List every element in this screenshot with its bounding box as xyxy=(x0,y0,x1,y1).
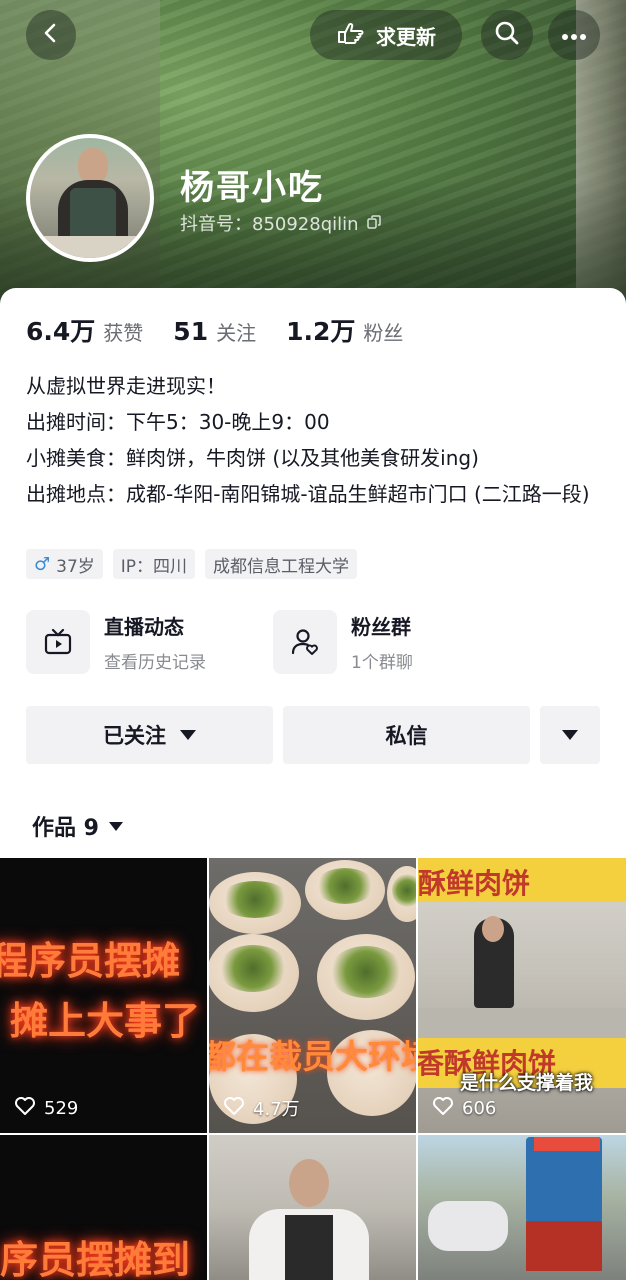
more-dots-icon xyxy=(561,26,587,45)
video-thumbnail[interactable]: 序员摆摊到 xyxy=(0,1135,207,1280)
following-label: 已关注 xyxy=(103,724,166,748)
douyin-id-text: 抖音号：850928qilin xyxy=(180,214,359,235)
bio-line: 出摊地点：成都-华阳-南阳锦城-谊品生鲜超市门口 (二江路一段) xyxy=(26,482,590,506)
video-caption: 摊上大事了 xyxy=(10,999,201,1043)
profile-nickname: 杨哥小吃 xyxy=(180,168,324,208)
stat-following-num: 51 xyxy=(173,317,209,346)
live-history-entry[interactable]: 直播动态 查看历史记录 xyxy=(26,610,206,674)
video-likes-count: 529 xyxy=(44,1098,79,1119)
video-likes: 529 xyxy=(14,1096,78,1121)
fan-group-title: 粉丝群 xyxy=(351,615,411,639)
video-thumbnail[interactable]: 都在裁员大环境 4.7万 xyxy=(209,858,416,1133)
caret-down-icon xyxy=(180,730,196,740)
avatar[interactable] xyxy=(26,134,154,262)
chevron-left-icon xyxy=(40,22,62,48)
tag-school-text: 成都信息工程大学 xyxy=(213,556,350,577)
stat-likes-label: 获赞 xyxy=(103,321,144,345)
tv-play-icon xyxy=(26,610,90,674)
tag-age-text: 37岁 xyxy=(56,556,95,577)
pastry-image xyxy=(387,866,416,922)
stat-likes[interactable]: 6.4万 获赞 xyxy=(26,312,143,348)
caret-down-icon xyxy=(562,730,578,740)
tag-ip: IP：四川 xyxy=(112,549,196,579)
heart-icon xyxy=(223,1096,245,1121)
user-heart-icon xyxy=(273,610,337,674)
fan-group-subtitle: 1个群聊 xyxy=(351,653,413,673)
tag-gender-age: ♂ 37岁 xyxy=(26,549,103,579)
bio-line: 从虚拟世界走进现实！ xyxy=(26,374,226,398)
video-likes: 4.7万 xyxy=(223,1095,300,1121)
profile-bio: 从虚拟世界走进现实！ 出摊时间：下午5：30-晚上9：00 小摊美食：鲜肉饼，牛… xyxy=(26,368,606,512)
stat-likes-num: 6.4万 xyxy=(26,317,96,346)
heart-icon xyxy=(14,1096,36,1121)
male-icon: ♂ xyxy=(34,553,51,575)
fan-group-entry[interactable]: 粉丝群 1个群聊 xyxy=(273,610,413,674)
vendor-head xyxy=(289,1159,329,1207)
pointing-hand-icon xyxy=(336,20,366,51)
bio-line: 小摊美食：鲜肉饼，牛肉饼 (以及其他美食研发ing) xyxy=(26,446,479,470)
video-likes-count: 606 xyxy=(462,1098,497,1119)
tricycle-body xyxy=(526,1221,602,1271)
search-button[interactable] xyxy=(481,10,533,60)
stat-followers[interactable]: 1.2万 粉丝 xyxy=(286,312,403,348)
tricycle-sign xyxy=(534,1137,600,1151)
stat-followers-num: 1.2万 xyxy=(286,317,356,346)
video-likes: 606 xyxy=(432,1096,496,1121)
bio-line: 出摊时间：下午5：30-晚上9：00 xyxy=(26,410,330,434)
video-thumbnail[interactable] xyxy=(418,1135,626,1280)
fan-group-text: 粉丝群 1个群聊 xyxy=(351,611,413,673)
copy-icon[interactable] xyxy=(366,213,381,234)
pastry-image xyxy=(209,872,301,934)
live-history-subtitle: 查看历史记录 xyxy=(104,653,206,673)
request-update-button[interactable]: 求更新 xyxy=(310,10,462,60)
request-update-label: 求更新 xyxy=(376,24,436,49)
video-likes-count: 4.7万 xyxy=(253,1099,300,1120)
video-thumbnail[interactable]: 程序员摆摊 摊上大事了 529 xyxy=(0,858,207,1133)
pastry-image xyxy=(305,860,385,920)
video-thumbnail[interactable] xyxy=(209,1135,416,1280)
message-button[interactable]: 私信 xyxy=(283,706,530,764)
back-button[interactable] xyxy=(26,10,76,60)
stat-followers-label: 粉丝 xyxy=(363,321,404,345)
tag-school[interactable]: 成都信息工程大学 xyxy=(205,549,358,579)
pastry-image xyxy=(209,934,299,1012)
following-button[interactable]: 已关注 xyxy=(26,706,273,764)
caret-down-icon xyxy=(108,821,123,831)
search-icon xyxy=(494,20,520,50)
more-button[interactable] xyxy=(548,10,600,60)
tag-ip-text: IP：四川 xyxy=(120,556,188,577)
video-thumbnail[interactable]: 酥鲜肉饼 香酥鲜肉饼 是什么支撑着我 606 xyxy=(418,858,626,1133)
video-caption: 酥鲜肉饼 xyxy=(418,867,531,900)
video-caption: 序员摆摊到 xyxy=(0,1238,191,1280)
stat-following[interactable]: 51 关注 xyxy=(173,317,256,346)
works-tab[interactable]: 作品 9 xyxy=(32,810,123,842)
vendor-apron xyxy=(285,1215,333,1280)
works-tab-label: 作品 9 xyxy=(32,816,99,841)
stat-following-label: 关注 xyxy=(216,321,257,345)
profile-card: 6.4万 获赞 51 关注 1.2万 粉丝 从虚拟世界走进现实！ 出摊时间：下午… xyxy=(0,288,626,1280)
avatar-head xyxy=(78,148,108,184)
more-actions-dropdown[interactable] xyxy=(540,706,600,764)
video-caption: 是什么支撑着我 xyxy=(460,1072,594,1094)
stats-row: 6.4万 获赞 51 关注 1.2万 粉丝 xyxy=(26,312,403,348)
video-caption: 程序员摆摊 xyxy=(0,939,181,983)
message-label: 私信 xyxy=(385,724,428,748)
scooter-image xyxy=(428,1201,508,1251)
video-caption: 都在裁员大环境 xyxy=(209,1037,416,1076)
vendor-head xyxy=(482,916,504,942)
live-history-title: 直播动态 xyxy=(104,615,184,639)
profile-tags: ♂ 37岁 IP：四川 成都信息工程大学 xyxy=(26,549,358,579)
pastry-image xyxy=(317,934,415,1020)
live-history-text: 直播动态 查看历史记录 xyxy=(104,611,206,673)
douyin-id[interactable]: 抖音号：850928qilin xyxy=(180,210,381,236)
video-grid: 程序员摆摊 摊上大事了 529 都在裁员大环境 4.7万 xyxy=(0,858,626,1280)
heart-icon xyxy=(432,1096,454,1121)
